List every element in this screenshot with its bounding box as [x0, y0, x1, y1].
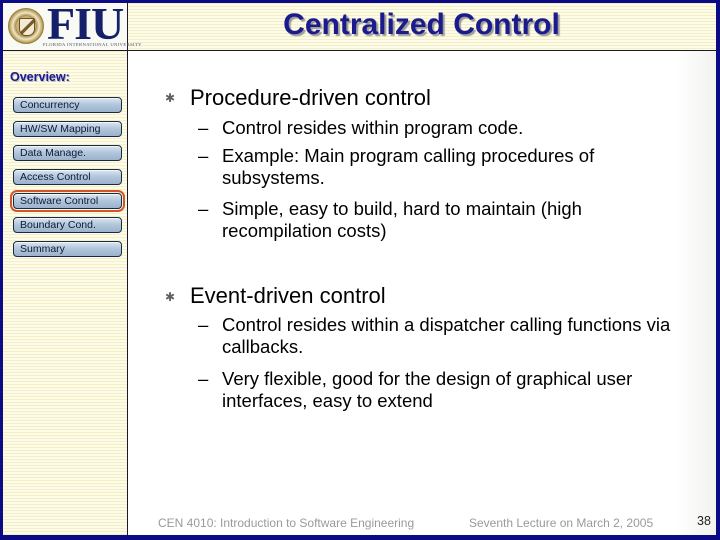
sub-bullet: – Control resides within a dispatcher ca…: [198, 314, 678, 358]
asterisk-bullet-icon: ✱: [165, 91, 176, 105]
sidebar-item-hw-sw-mapping[interactable]: HW/SW Mapping: [13, 121, 122, 137]
sub-bullet: – Very flexible, good for the design of …: [198, 368, 678, 412]
asterisk-bullet-icon: ✱: [165, 290, 176, 304]
sub-bullet-text: Example: Main program calling procedures…: [222, 145, 595, 188]
sub-bullet: – Control resides within program code.: [198, 117, 678, 139]
dash-icon: –: [198, 145, 209, 166]
fiu-logo: FIU FLORIDA INTERNATIONAL UNIVERSITY: [3, 0, 141, 50]
footer-course: CEN 4010: Introduction to Software Engin…: [158, 516, 415, 530]
sidebar-item-data-manage[interactable]: Data Manage.: [13, 145, 122, 161]
sub-bullet-text: Simple, easy to build, hard to maintain …: [222, 198, 582, 241]
dash-icon: –: [198, 117, 209, 138]
slide-title: Centralized Control: [283, 8, 560, 41]
sidebar-item-boundary-cond[interactable]: Boundary Cond.: [13, 217, 122, 233]
sidebar-item-software-control[interactable]: Software Control: [10, 190, 125, 212]
footer-lecture: Seventh Lecture on March 2, 2005: [469, 516, 654, 530]
bullet-procedure-driven: Procedure-driven control: [190, 85, 431, 110]
dash-icon: –: [198, 368, 209, 389]
sub-bullet: – Example: Main program calling procedur…: [198, 145, 678, 189]
sub-bullet: – Simple, easy to build, hard to maintai…: [198, 198, 678, 242]
bullet-event-driven: Event-driven control: [190, 283, 386, 308]
sub-bullet-text: Control resides within a dispatcher call…: [222, 314, 671, 357]
sidebar-item-access-control[interactable]: Access Control: [13, 169, 122, 185]
sidebar-item-concurrency[interactable]: Concurrency: [13, 97, 122, 113]
sub-bullet-text: Very flexible, good for the design of gr…: [222, 368, 633, 411]
sidebar-item-summary[interactable]: Summary: [13, 241, 122, 257]
sidebar-heading: Overview:: [10, 70, 70, 84]
sub-bullet-text: Control resides within program code.: [222, 117, 524, 138]
university-seal-icon: [8, 8, 44, 44]
dash-icon: –: [198, 198, 209, 219]
page-number: 38: [697, 514, 711, 528]
dash-icon: –: [198, 314, 209, 335]
